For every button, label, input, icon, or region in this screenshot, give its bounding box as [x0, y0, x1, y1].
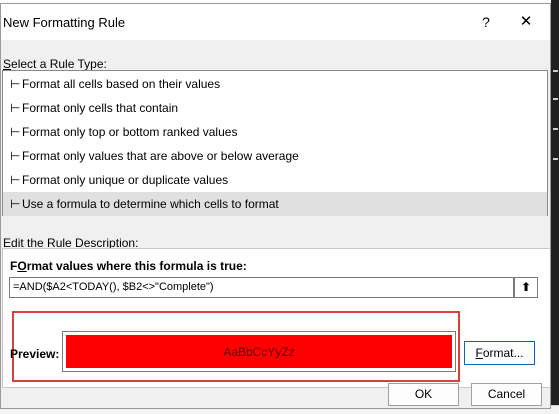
- rule-type-item-label: Use a formula to determine which cells t…: [22, 197, 279, 211]
- preview-swatch: AaBbCcYyZz: [66, 335, 452, 368]
- rule-bullet-icon: ⊢: [10, 149, 21, 163]
- preview-box: AaBbCcYyZz: [62, 331, 456, 372]
- rule-bullet-icon: ⊢: [10, 77, 21, 91]
- rule-type-item[interactable]: ⊢ Format only values that are above or be…: [3, 144, 547, 168]
- title-bar: New Formatting Rule ? ✕: [1, 4, 550, 40]
- new-formatting-rule-dialog: New Formatting Rule ? ✕ Select a Rule Ty…: [0, 3, 551, 409]
- help-button[interactable]: ?: [474, 10, 498, 34]
- rule-bullet-icon: ⊢: [10, 125, 21, 139]
- rule-type-item-label: Format only top or bottom ranked values: [22, 125, 238, 139]
- rule-bullet-icon: ⊢: [10, 173, 21, 187]
- rule-type-item[interactable]: ⊢ Format only cells that contain: [3, 96, 547, 120]
- rule-type-item-label: Format all cells based on their values: [22, 77, 221, 91]
- formula-label: FOrmat values where this formula is true…: [10, 259, 247, 273]
- rule-type-list[interactable]: ⊢ Format all cells based on their values …: [2, 70, 548, 216]
- rule-type-item[interactable]: ⊢ Format only top or bottom ranked values: [3, 120, 547, 144]
- rule-type-item-selected[interactable]: ⊢ Use a formula to determine which cells …: [3, 192, 547, 216]
- preview-label: Preview:: [10, 347, 60, 361]
- formula-input[interactable]: =AND($A2<TODAY(), $B2<>"Complete"): [9, 277, 514, 298]
- ok-button[interactable]: OK: [388, 383, 459, 406]
- rule-type-item[interactable]: ⊢ Format only unique or duplicate values: [3, 168, 547, 192]
- format-button[interactable]: Format...: [464, 341, 535, 365]
- rule-type-label: Select a Rule Type:: [3, 57, 107, 71]
- collapse-arrow-icon: ⬆: [520, 280, 532, 294]
- rule-type-item-label: Format only cells that contain: [22, 101, 179, 115]
- rule-bullet-icon: ⊢: [10, 101, 21, 115]
- rule-type-item-label: Format only values that are above or bel…: [22, 149, 299, 163]
- close-button[interactable]: ✕: [511, 10, 541, 34]
- background-window-edge: [551, 0, 559, 414]
- cancel-button[interactable]: Cancel: [471, 383, 542, 406]
- rule-bullet-icon: ⊢: [10, 197, 21, 211]
- collapse-dialog-button[interactable]: ⬆: [514, 277, 538, 298]
- dialog-title: New Formatting Rule: [3, 15, 126, 30]
- rule-type-item-label: Format only unique or duplicate values: [22, 173, 229, 187]
- rule-type-item[interactable]: ⊢ Format all cells based on their values: [3, 72, 547, 96]
